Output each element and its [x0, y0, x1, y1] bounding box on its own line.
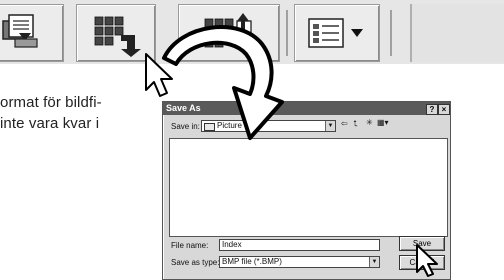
- back-icon[interactable]: ⇦: [341, 119, 348, 128]
- file-name-field[interactable]: Index: [219, 239, 380, 251]
- body-text-line-2: inte vara kvar i: [0, 115, 100, 132]
- toolbar-separator: [390, 10, 392, 56]
- view-options-dropdown[interactable]: [294, 4, 380, 62]
- print-to-file-button[interactable]: [0, 4, 64, 62]
- save-as-type-label: Save as type:: [171, 258, 220, 267]
- save-as-type-value: BMP file (*.BMP): [222, 257, 282, 266]
- chevron-down-icon: ▼: [369, 257, 379, 267]
- print-to-file-icon: [2, 14, 38, 48]
- up-folder-icon[interactable]: ⮤: [353, 119, 358, 129]
- mouse-pointer-icon: [416, 244, 438, 277]
- save-as-type-combo[interactable]: BMP file (*.BMP) ▼: [219, 256, 380, 268]
- chevron-down-icon: ▼: [325, 121, 335, 131]
- view-menu-icon[interactable]: ▦▾: [377, 118, 389, 127]
- close-button[interactable]: ×: [438, 104, 450, 115]
- mouse-pointer-icon: [145, 53, 173, 97]
- new-folder-icon[interactable]: ✳: [366, 118, 373, 127]
- file-list[interactable]: [169, 138, 448, 237]
- toolbar-right-panel: [410, 4, 504, 62]
- body-text-line-1: ormat för bildfi-: [0, 94, 102, 111]
- view-options-dropdown-icon: [308, 18, 363, 48]
- file-name-label: File name:: [171, 241, 209, 250]
- help-button[interactable]: ?: [426, 104, 438, 115]
